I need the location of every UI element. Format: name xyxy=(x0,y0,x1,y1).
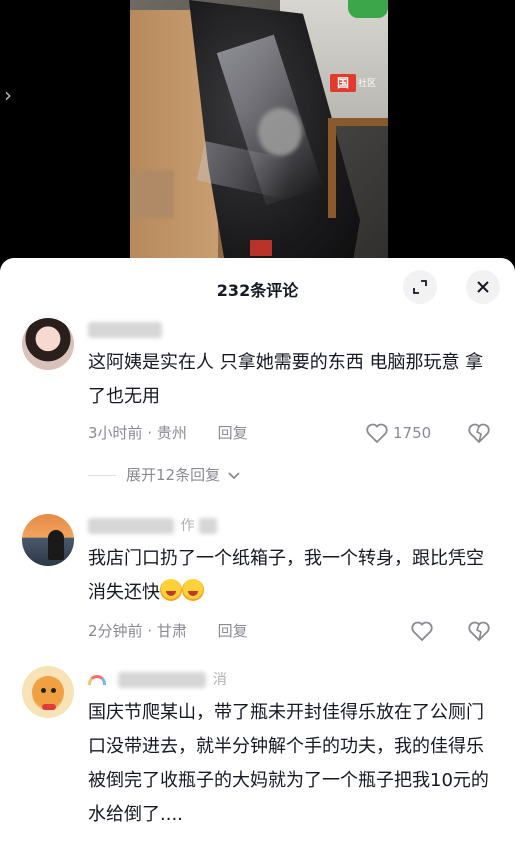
broken-heart-icon[interactable] xyxy=(467,422,491,444)
emoji-icon xyxy=(182,579,204,601)
watermark-logo: 国 xyxy=(330,74,356,92)
avatar[interactable] xyxy=(22,666,74,718)
rainbow-icon xyxy=(88,675,106,685)
username-tail: 消 xyxy=(212,672,227,688)
emoji-icon xyxy=(160,579,182,601)
avatar[interactable] xyxy=(22,514,74,566)
like-count: 1750 xyxy=(393,424,432,442)
reply-button[interactable]: 回复 xyxy=(218,622,248,640)
broken-heart-icon[interactable] xyxy=(467,620,491,642)
video-frame: 国 社区 xyxy=(130,0,388,275)
expand-replies-button[interactable]: 展开12条回复 xyxy=(88,464,241,486)
like-button[interactable] xyxy=(410,620,434,642)
chevron-left-icon[interactable]: › xyxy=(4,84,20,106)
expand-button[interactable] xyxy=(403,270,437,304)
heart-outline-icon xyxy=(366,423,388,444)
chevron-down-icon xyxy=(228,471,240,479)
comment-username[interactable] xyxy=(88,320,162,340)
comments-count-title: 232条评论 xyxy=(216,281,299,300)
expand-icon xyxy=(413,280,427,294)
watermark-sub: 社区 xyxy=(358,79,377,89)
reply-button[interactable]: 回复 xyxy=(218,424,248,442)
comment-location: 贵州 xyxy=(156,424,187,442)
username-tail: 作 xyxy=(180,518,195,534)
comments-panel: 232条评论 这阿姨是实在人 只拿她需要的东西 电脑那玩意 拿了也无用 3小时前… xyxy=(0,258,515,841)
comment-location: 甘肃 xyxy=(156,622,187,640)
avatar[interactable] xyxy=(22,318,74,370)
heart-outline-icon xyxy=(411,621,433,642)
panel-header: 232条评论 xyxy=(0,258,515,316)
comment-text: 这阿姨是实在人 只拿她需要的东西 电脑那玩意 拿了也无用 xyxy=(88,352,484,407)
comment-meta: 3小时前 · 贵州 回复 xyxy=(88,424,248,442)
comment-meta: 2分钟前 · 甘肃 回复 xyxy=(88,622,248,640)
close-button[interactable] xyxy=(466,270,500,304)
like-button[interactable]: 1750 xyxy=(365,422,431,444)
comment-text: 我店门口扔了一个纸箱子，我一个转身，跟比凭空消失还快 xyxy=(88,548,484,603)
expand-replies-label: 展开12条回复 xyxy=(126,466,221,484)
comment-text: 国庆节爬某山，带了瓶未开封佳得乐放在了公厕门口没带进去，就半分钟解个手的功夫，我… xyxy=(88,702,489,825)
video-player[interactable]: › 国 社区 xyxy=(0,0,515,275)
comment-username[interactable]: 作 xyxy=(88,516,217,536)
comment-time: 2分钟前 xyxy=(88,622,143,640)
comment-time: 3小时前 xyxy=(88,424,143,442)
comment-username[interactable]: 消 xyxy=(88,670,227,690)
close-icon xyxy=(477,281,489,293)
